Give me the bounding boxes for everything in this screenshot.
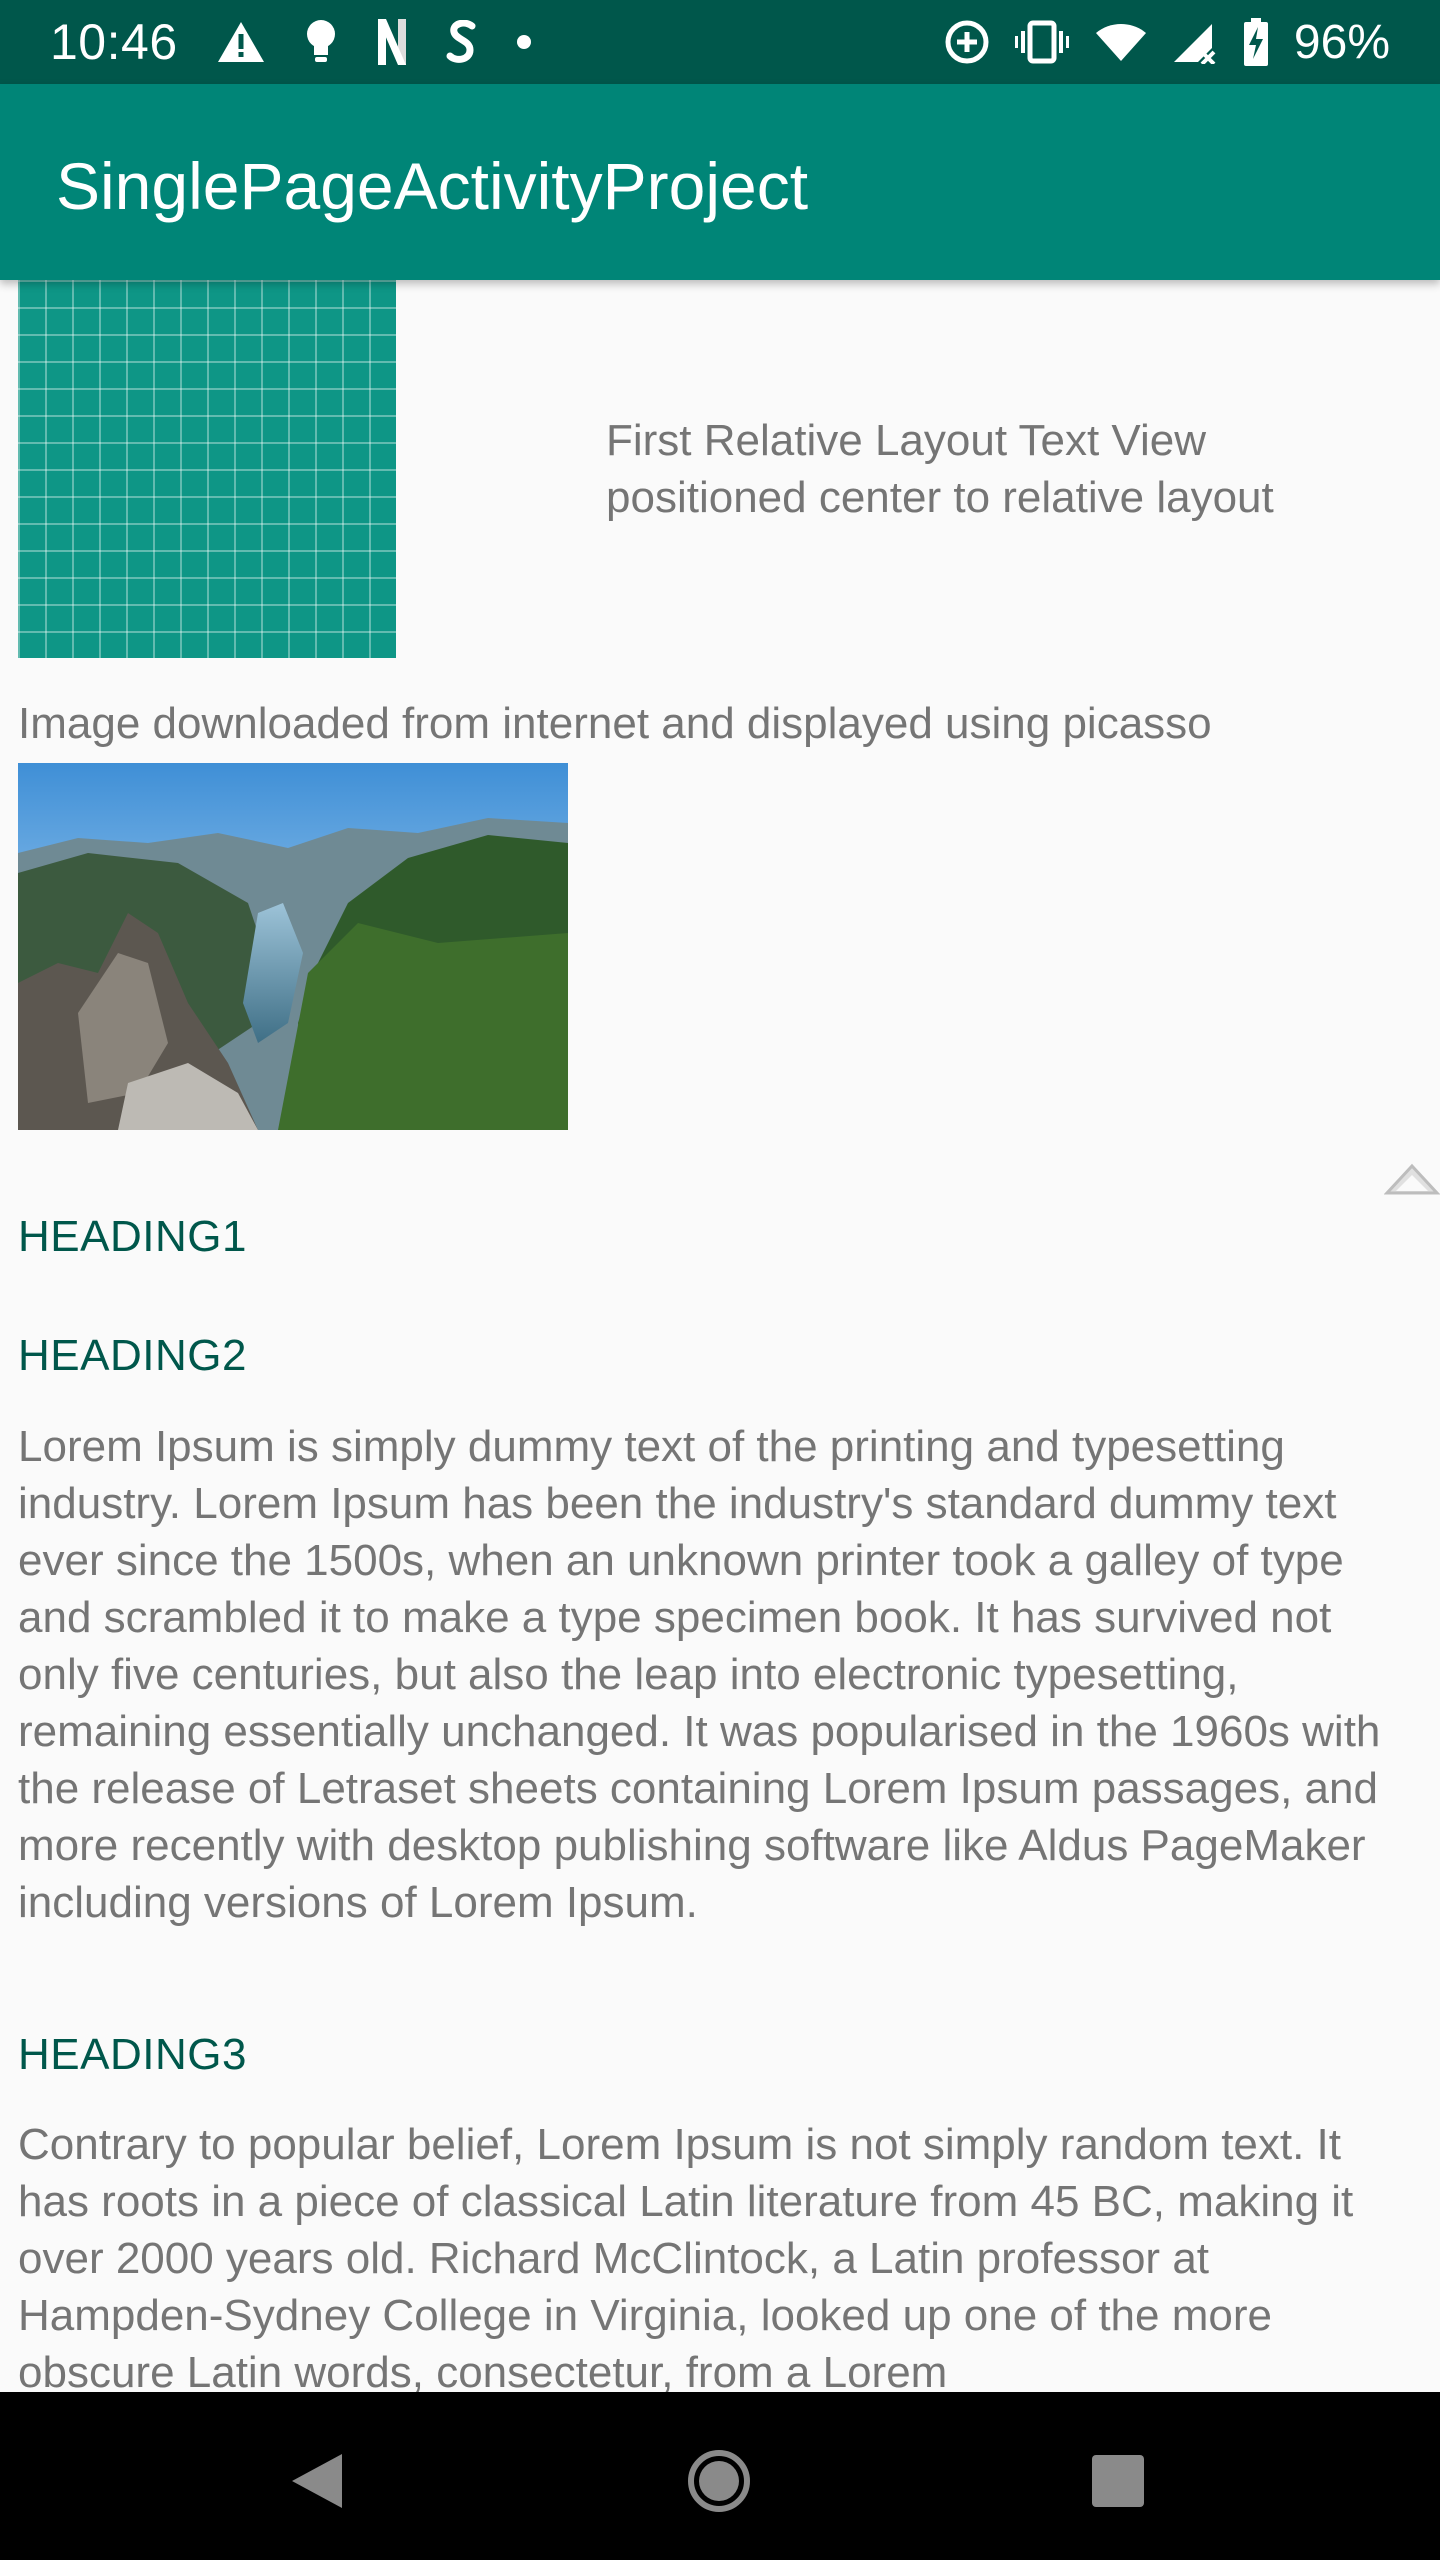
heading2: HEADING2 [18, 1331, 247, 1380]
vibrate-icon [1014, 19, 1070, 65]
landscape-image [18, 763, 568, 1130]
scroll-content[interactable]: First Relative Layout Text View position… [0, 280, 1440, 2392]
paragraph1: Lorem Ipsum is simply dummy text of the … [18, 1422, 1381, 1927]
status-time: 10:46 [50, 14, 178, 70]
back-icon[interactable] [282, 2446, 352, 2516]
status-left: 10:46 [50, 13, 532, 71]
scroll-up-icon[interactable] [1383, 1163, 1440, 1197]
app-bar: SinglePageActivityProject [0, 84, 1440, 280]
image-caption: Image downloaded from internet and displ… [18, 699, 1212, 748]
battery-percent: 96% [1293, 15, 1390, 69]
status-bar: 10:46 96% [0, 0, 1440, 84]
heading1: HEADING1 [18, 1212, 247, 1261]
s-icon [446, 20, 478, 64]
grid-image [18, 280, 396, 658]
battery-charging-icon [1242, 17, 1270, 67]
signal-icon [1172, 20, 1218, 64]
screen: 10:46 96% SinglePageActivityProject Firs… [0, 0, 1440, 2560]
home-icon[interactable] [684, 2446, 754, 2516]
wifi-icon [1094, 21, 1148, 63]
app-title: SinglePageActivityProject [56, 149, 809, 223]
data-saver-icon [944, 19, 990, 65]
paragraph2: Contrary to popular belief, Lorem Ipsum … [18, 2120, 1354, 2392]
heading3: HEADING3 [18, 2030, 247, 2079]
dot-icon [516, 34, 532, 50]
relative-layout-text: First Relative Layout Text View position… [606, 416, 1274, 522]
lightbulb-icon [304, 19, 338, 65]
recents-icon[interactable] [1083, 2446, 1153, 2516]
status-right: 96% [944, 15, 1390, 70]
navigation-bar [0, 2392, 1440, 2560]
n-icon [376, 17, 408, 67]
warning-icon [216, 20, 266, 64]
